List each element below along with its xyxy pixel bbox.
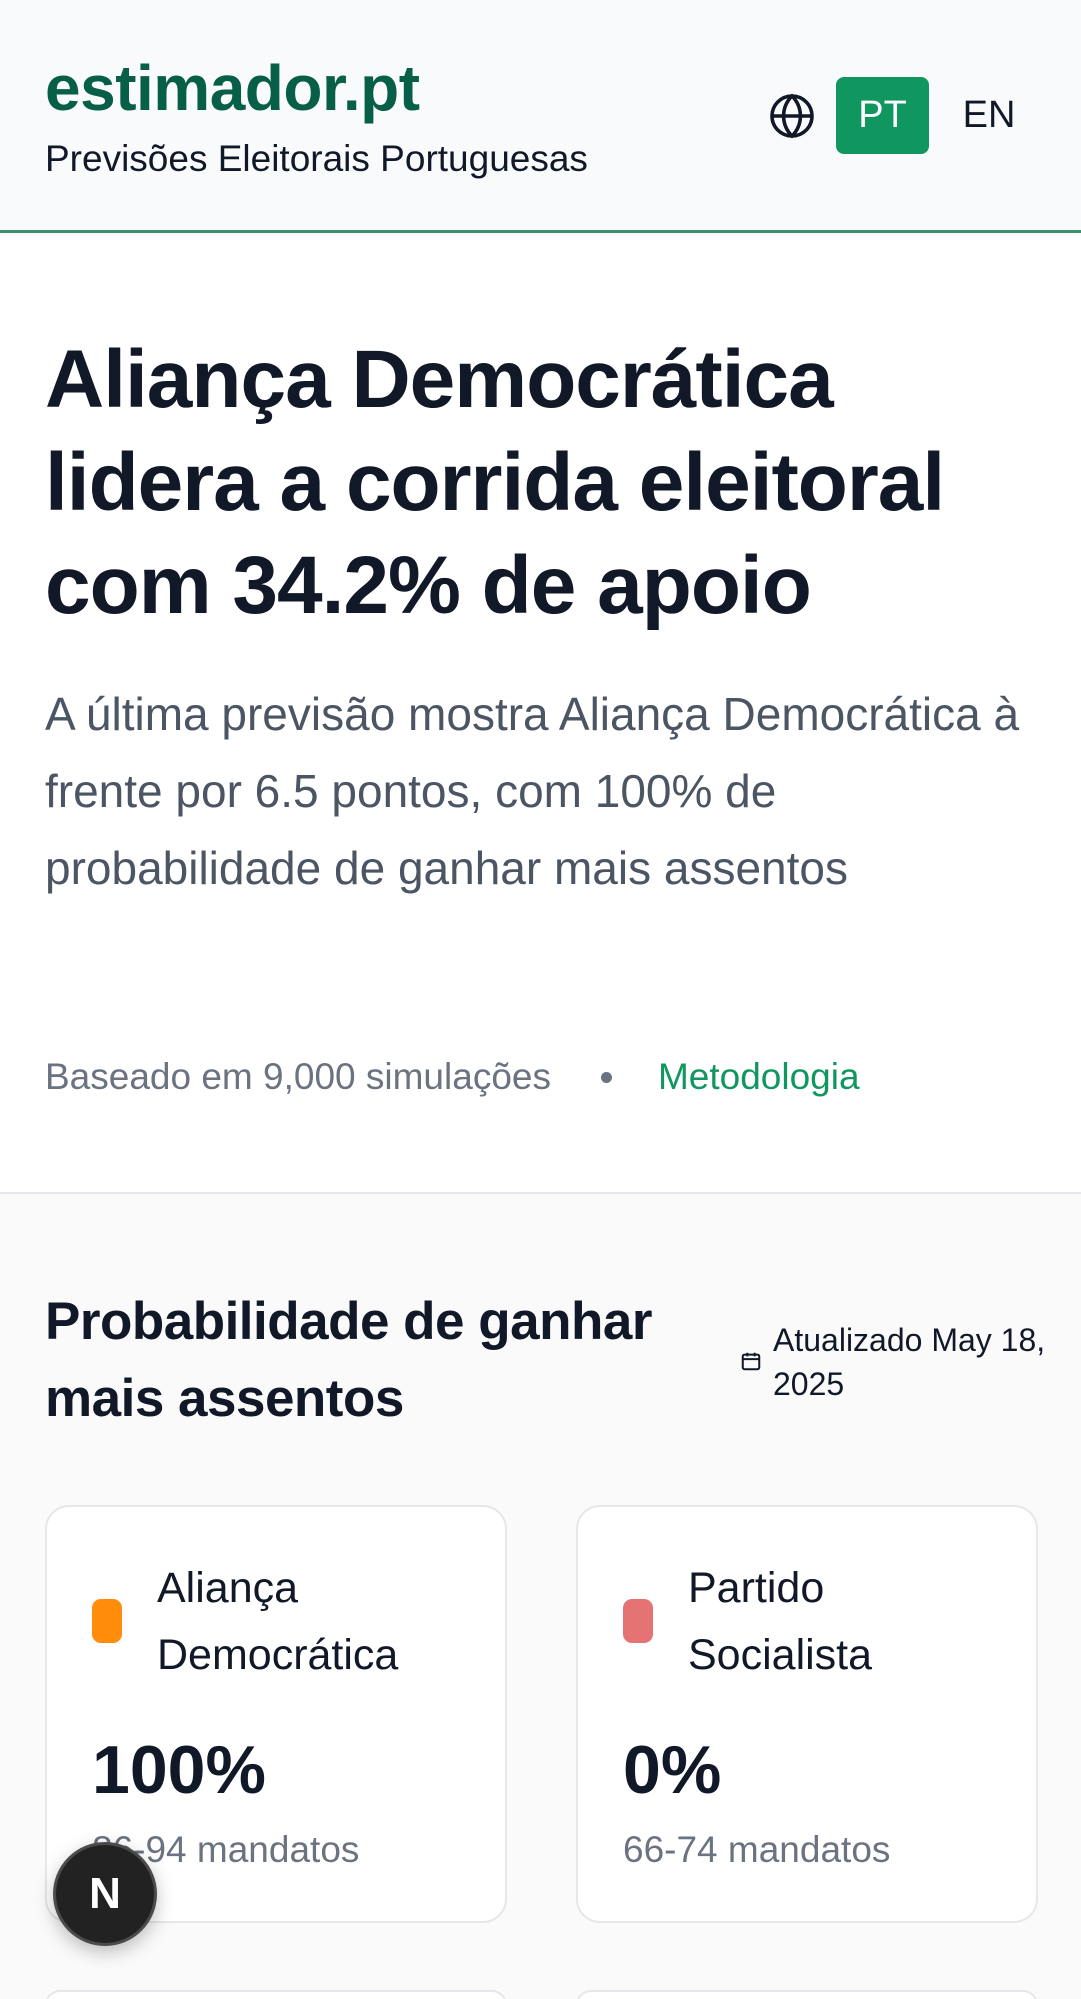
site-header: estimador.pt Previsões Eleitorais Portug… [0, 0, 1081, 233]
updated-date: Atualizado May 18, 2025 [773, 1322, 1046, 1402]
hero-section: Aliança Democrática lidera a corrida ele… [0, 236, 1081, 1194]
site-tagline: Previsões Eleitorais Portuguesas [45, 138, 588, 179]
separator-dot [600, 1071, 612, 1083]
page-headline: Aliança Democrática lidera a corrida ele… [45, 334, 945, 631]
brand-logo[interactable]: estimador.pt [45, 50, 420, 126]
party-card-ps[interactable]: Partido Socialista 0% 66-74 mandatos [576, 1505, 1038, 1923]
methodology-link[interactable]: Metodologia [658, 1054, 860, 1100]
hero-meta: Baseado em 9,000 simulações Metodologia [45, 1054, 860, 1100]
globe-icon [770, 93, 814, 139]
win-probability: 0% [623, 1732, 722, 1808]
party-name: Aliança Democrática [157, 1564, 399, 1679]
language-pt-button[interactable]: PT [836, 77, 929, 154]
seat-range: 66-74 mandatos [623, 1829, 891, 1870]
party-card-partial [576, 1990, 1038, 1999]
simulations-count: Baseado em 9,000 simulações [45, 1056, 551, 1097]
section-title: Probabilidade de ganhar mais assentos [45, 1292, 652, 1428]
win-probability: 100% [92, 1732, 266, 1808]
party-name: Partido Socialista [688, 1564, 873, 1679]
nextjs-dev-indicator[interactable]: N [53, 1842, 157, 1946]
calendar-icon [741, 1352, 761, 1371]
party-card-partial [45, 1990, 507, 1999]
party-color-swatch [623, 1599, 653, 1643]
hero-lead: A última previsão mostra Aliança Democrá… [45, 688, 1020, 894]
language-en-button[interactable]: EN [946, 77, 1032, 154]
party-color-swatch [92, 1599, 122, 1643]
